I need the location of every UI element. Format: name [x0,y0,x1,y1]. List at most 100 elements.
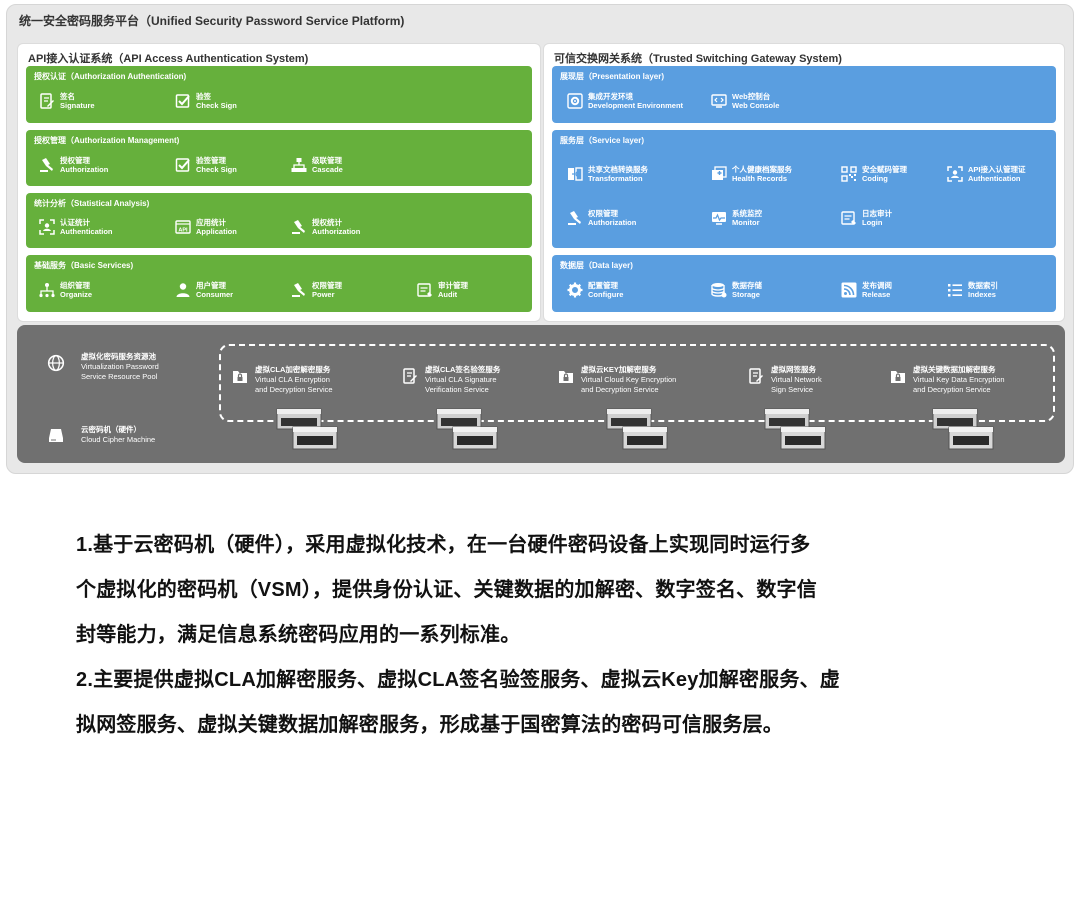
item-en: Release [862,290,891,299]
gavel-icon [290,282,307,299]
layer-basic-services: 基础服务（Basic Services) 组织管理 Organize 用户管理 Co… [26,255,532,312]
auth-scan-icon [946,166,963,183]
item-cn: 发布调阅 [862,281,892,290]
platform-frame: 统一安全密码服务平台（Unified Security Password Ser… [6,4,1074,474]
database-icon [710,282,727,299]
item-cn: 审计管理 [438,281,468,290]
monitor-icon [710,210,727,227]
item-configure: 配置管理 Configure [566,281,623,299]
item-en: Consumer [196,290,234,299]
item-cn: 授权管理 [60,156,90,165]
item-cn: 级联管理 [312,156,342,165]
item-cn: 权限管理 [312,281,342,290]
item-cn: 组织管理 [60,281,90,290]
description-line: 1.基于云密码机（硬件），采用虚拟化技术，在一台硬件密码设备上实现同时运行多 [76,534,811,556]
gavel-icon [290,219,307,236]
item-dev-environment: 集成开发环境 Development Environment [566,92,683,110]
transform-icon [566,166,583,183]
item-cn: 安全赋码管理 [862,165,907,174]
service-en2: Sign Service [771,385,814,394]
api-access-system: API接入认证系统（API Access Authentication Syst… [17,43,541,322]
item-authorization-manage: 权限管理 Authorization [566,209,636,227]
api-icon: API [174,219,191,236]
globe-icon [45,352,67,374]
layer-authorization-authentication: 授权认证（Authorization Authentication) 签名 Sig… [26,66,532,123]
item-indexes: 数据索引 Indexes [946,281,998,299]
item-audit: 审计管理 Audit [416,281,468,299]
item-en: Authorization [588,218,637,227]
layer-title: 统计分析（Statistical Analysis) [34,199,150,208]
cipher-machine-server [932,408,994,450]
cipher-machine-server [606,408,668,450]
item-en: Health Records [732,174,788,183]
layer-service: 服务层（Service layer) 共享文档转换服务 Transformatio… [552,130,1056,248]
item-cn: 配置管理 [588,281,618,290]
service-en2: and Decryption Service [913,385,991,394]
item-cn: 验签管理 [196,156,226,165]
item-log-audit: 日志审计 Login [840,209,892,227]
service-en2: and Decryption Service [581,385,659,394]
signature-icon [38,93,55,110]
item-en: Transformation [588,174,643,183]
gavel-icon [38,157,55,174]
service-key-data: 虚拟关键数据加解密服务 Virtual Key Data Encryption an… [889,365,1005,395]
item-cn: 应用统计 [196,218,226,227]
service-cn: 虚拟关键数据加解密服务 [913,365,996,374]
cipher-machine-server [764,408,826,450]
gateway-system-title: 可信交换网关系统（Trusted Switching Gateway Syste… [554,53,842,65]
item-en: Authentication [60,227,113,236]
item-storage: 数据存储 Storage [710,281,762,299]
gavel-icon [566,210,583,227]
item-consumer: 用户管理 Consumer [174,281,233,299]
api-system-title: API接入认证系统（API Access Authentication Syst… [28,53,309,65]
item-authentication-stats: 认证统计 Authentication [38,218,113,236]
signature-icon [401,367,419,385]
auth-scan-icon [38,219,55,236]
service-en1: Virtual Network [771,375,822,384]
item-health-records: 个人健康档案服务 Health Records [710,165,792,183]
platform-title: 统一安全密码服务平台（Unified Security Password Ser… [19,14,405,28]
item-check-sign-manage: 验签管理 Check Sign [174,156,237,174]
layer-statistical-analysis: 统计分析（Statistical Analysis) 认证统计 Authentic… [26,193,532,248]
service-network-sign: 虚拟网签服务 Virtual Network Sign Service [747,365,822,395]
item-en: Authorization [312,227,361,236]
item-web-console: Web控制台 Web Console [710,92,779,110]
item-cn: 签名 [60,92,75,101]
item-cn: 系统监控 [732,209,762,218]
audit-icon [840,210,857,227]
description-line: 拟网签服务、虚拟关键数据加解密服务，形成基于国密算法的密码可信服务层。 [76,714,783,736]
item-en: Organize [60,290,93,299]
layer-title: 基础服务（Basic Services) [34,261,134,270]
item-en: Login [862,218,883,227]
service-cloud-key: 虚拟云KEY加解密服务 Virtual Cloud Key Encryption a… [557,365,676,395]
check-sign-icon [174,93,191,110]
layer-presentation: 展现层（Presentation layer) 集成开发环境 Developmen… [552,66,1056,123]
item-en: Development Environment [588,101,684,110]
service-cn: 虚拟CLA加密解密服务 [255,365,331,374]
item-transformation: 共享文档转换服务 Transformation [566,165,648,183]
layer-title: 授权认证（Authorization Authentication) [34,72,187,81]
item-cn: API接入认管理证 [968,165,1026,174]
item-cn: 数据索引 [968,281,998,290]
item-cn: 个人健康档案服务 [732,165,792,174]
resource-pool-label: 虚拟化密码服务资源池 Virtualization Password Service… [45,352,159,382]
pool-en2: Service Resource Pool [81,372,158,381]
virtualization-pool: 虚拟化密码服务资源池 Virtualization Password Service… [17,325,1065,463]
item-organize: 组织管理 Organize [38,281,92,299]
service-cla-encryption: 虚拟CLA加密解密服务 Virtual CLA Encryption and Dec… [231,365,333,395]
audit-icon [416,282,433,299]
item-en: Cascade [312,165,343,174]
svg-text:API: API [178,227,188,233]
cloud-cipher-machine-label: 云密码机（硬件） Cloud Cipher Machine [45,425,155,445]
item-en: Indexes [968,290,996,299]
item-en: Configure [588,290,624,299]
code-monitor-icon [710,93,727,110]
item-cn: 数据存储 [732,281,762,290]
item-en: Power [312,290,335,299]
check-sign-icon [174,157,191,174]
item-coding: 安全赋码管理 Coding [840,165,907,183]
trusted-gateway-system: 可信交换网关系统（Trusted Switching Gateway Syste… [543,43,1065,322]
cipher-machine-server [276,408,338,450]
gear-box-icon [566,93,583,110]
lock-folder-icon [231,367,249,385]
